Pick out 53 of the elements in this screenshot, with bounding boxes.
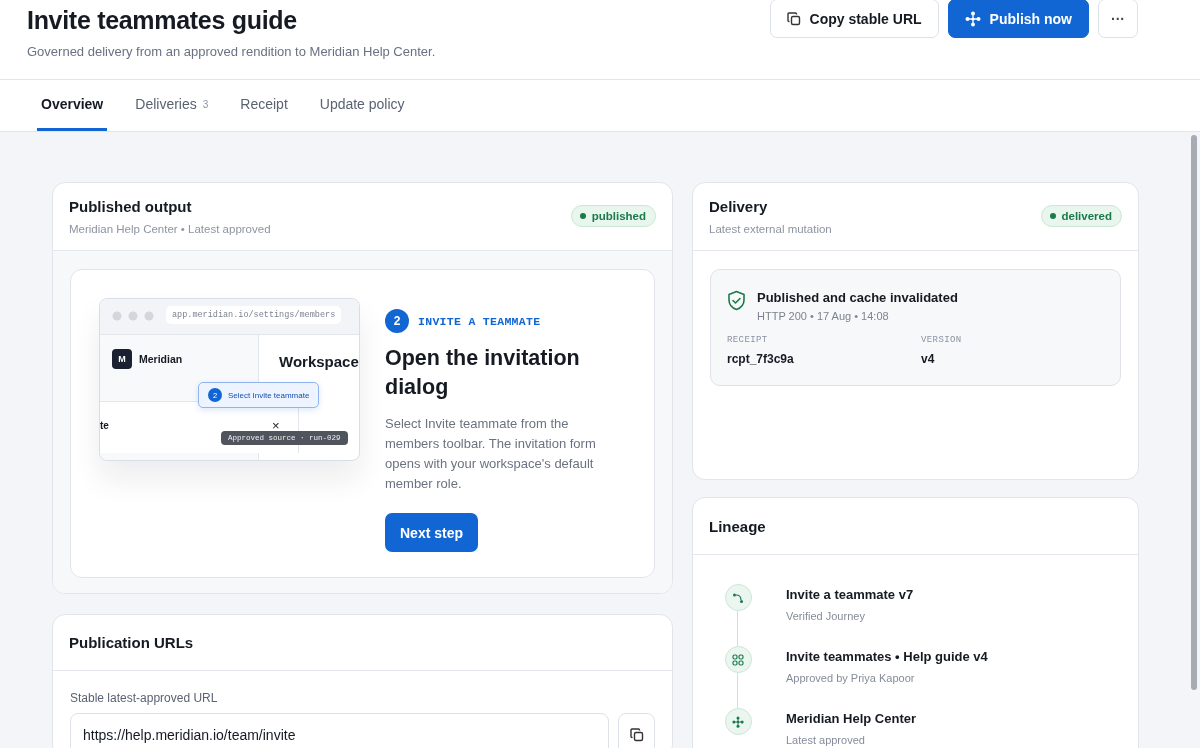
tab[interactable]: Update policy — [315, 80, 409, 131]
scrollbar-thumb[interactable] — [1191, 135, 1197, 690]
page-subtitle: Governed delivery from an approved rendition to Meridian Help Center. — [27, 44, 436, 59]
status-badge: delivered — [1040, 205, 1122, 227]
step-description: Select Invite teammate from the members toolbar. The invitation form opens with your workspace's default member role. — [385, 415, 597, 493]
close-icon: × — [272, 418, 280, 433]
lineage-title: Invite a teammate v7 — [786, 587, 914, 602]
publish-button[interactable]: Publish now — [947, 0, 1089, 38]
field-value: rcpt_7f3c9a — [727, 352, 795, 366]
shield-check-icon — [727, 290, 746, 311]
card-title: Lineage — [709, 518, 766, 535]
field-value: v4 — [921, 352, 936, 366]
nodes-icon — [732, 715, 744, 728]
grid-icon — [732, 653, 744, 666]
page-title: Invite teammates guide — [27, 6, 298, 35]
card-title: Publication URLs — [53, 615, 672, 671]
tab-count: 3 — [202, 98, 209, 110]
url-field[interactable]: https://help.meridian.io/team/invite — [70, 713, 609, 748]
callout-text: Select Invite teammate — [228, 390, 310, 400]
card-title: Published output — [69, 198, 193, 215]
step-eyebrow: INVITE A TEAMMATE — [418, 314, 541, 328]
lineage-subtitle: Latest approved — [786, 734, 866, 746]
lineage-title: Invite teammates • Help guide v4 — [786, 649, 988, 664]
lineage-subtitle: Verified Journey — [786, 610, 866, 622]
more-button[interactable]: ··· — [1098, 0, 1138, 38]
card-subtitle: Meridian Help Center • Latest approved — [69, 223, 271, 235]
preview-text: te — [100, 420, 109, 431]
result-meta: HTTP 200 • 17 Aug • 14:08 — [757, 310, 890, 322]
step-heading: Open the invitation dialog — [385, 345, 581, 401]
route-icon — [732, 591, 744, 604]
step-number: 2 — [385, 309, 409, 333]
copy-button[interactable] — [618, 713, 655, 748]
preview-heading: Workspace — [279, 353, 359, 370]
result-title: Published and cache invalidated — [757, 290, 958, 305]
nodes-icon — [964, 10, 981, 27]
window-dots-icon — [112, 311, 154, 321]
copy-url-button[interactable]: Copy stable URL — [769, 0, 939, 38]
copy-icon — [629, 728, 644, 742]
next-step-button[interactable]: Next step — [385, 513, 479, 552]
logo-mark: M — [112, 349, 132, 369]
field-label: VERSION — [921, 335, 963, 345]
lineage-title: Meridian Help Center — [786, 711, 917, 726]
tab[interactable]: Receipt — [236, 80, 292, 131]
card-title: Delivery — [709, 198, 769, 215]
field-label: RECEIPT — [727, 335, 769, 345]
copy-icon — [786, 11, 801, 26]
address-bar: app.meridian.io/settings/members — [166, 306, 342, 324]
card-subtitle: Latest external mutation — [709, 223, 832, 235]
field-label: Stable latest-approved URL — [70, 691, 219, 705]
tab[interactable]: Deliveries 3 — [131, 80, 213, 131]
brand-name: Meridian — [139, 353, 183, 365]
status-badge: published — [570, 205, 656, 227]
lineage-subtitle: Approved by Priya Kapoor — [786, 672, 916, 684]
